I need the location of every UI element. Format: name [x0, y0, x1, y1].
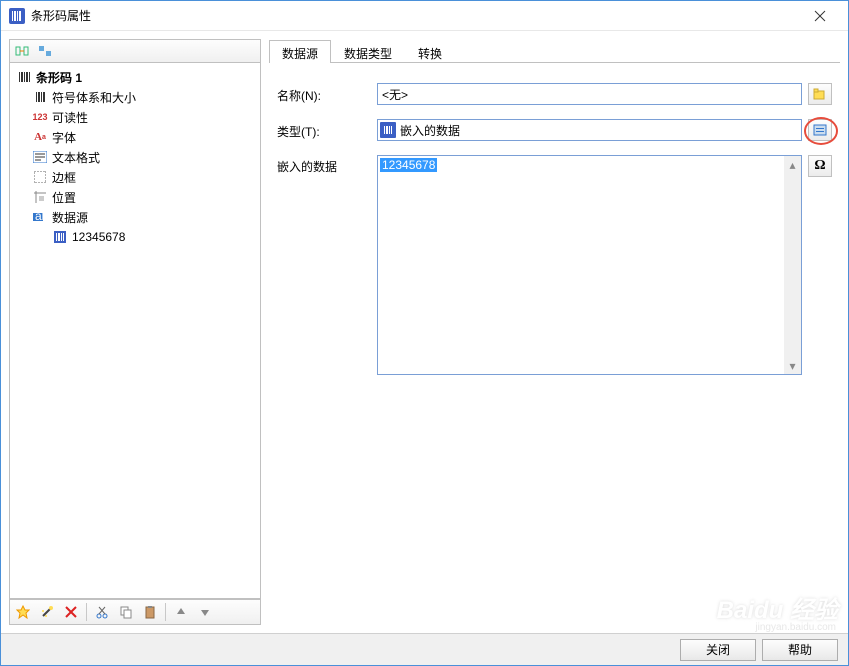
- svg-text:ab: ab: [35, 211, 47, 223]
- footer: 关闭 帮助: [1, 633, 848, 665]
- data-value-selected: 12345678: [380, 158, 437, 172]
- position-icon: [32, 189, 48, 205]
- barcode-small-icon: [32, 89, 48, 105]
- scrollbar[interactable]: ▴ ▾: [784, 156, 801, 374]
- barcode-icon: [16, 69, 32, 85]
- font-icon: Aa: [32, 129, 48, 145]
- tree-item-position[interactable]: 位置: [12, 187, 258, 207]
- type-select[interactable]: 嵌入的数据: [377, 119, 802, 141]
- tree-item-border[interactable]: 边框: [12, 167, 258, 187]
- toolbar-btn-1[interactable]: [12, 41, 32, 61]
- row-data: 嵌入的数据 12345678 ▴ ▾ Ω: [277, 155, 832, 375]
- datasource-icon: ab: [32, 209, 48, 225]
- delete-button[interactable]: [60, 602, 82, 622]
- tree-root[interactable]: 条形码 1: [12, 67, 258, 87]
- type-browse-button[interactable]: [808, 119, 832, 141]
- scroll-down-icon[interactable]: ▾: [784, 357, 801, 374]
- separator: [86, 603, 87, 621]
- copy-button[interactable]: [115, 602, 137, 622]
- close-button[interactable]: 关闭: [680, 639, 756, 661]
- right-panel: 数据源 数据类型 转换 名称(N): 类型(T): 嵌入的数据: [269, 39, 840, 625]
- titlebar: 条形码属性: [1, 1, 848, 31]
- main-content: 条形码 1 符号体系和大小 123 可读性 Aa 字体 文本格式 边框: [1, 31, 848, 633]
- window-title: 条形码属性: [31, 7, 800, 24]
- name-label: 名称(N):: [277, 84, 377, 104]
- embedded-data-icon: [380, 122, 396, 138]
- tree-item-font[interactable]: Aa 字体: [12, 127, 258, 147]
- help-button[interactable]: 帮助: [762, 639, 838, 661]
- tab-datasource[interactable]: 数据源: [269, 40, 331, 63]
- type-value: 嵌入的数据: [400, 122, 460, 139]
- property-tree[interactable]: 条形码 1 符号体系和大小 123 可读性 Aa 字体 文本格式 边框: [9, 63, 261, 599]
- data-label: 嵌入的数据: [277, 155, 377, 175]
- row-type: 类型(T): 嵌入的数据: [277, 119, 832, 141]
- close-button[interactable]: [800, 2, 840, 30]
- new-button[interactable]: [12, 602, 34, 622]
- move-up-button[interactable]: [170, 602, 192, 622]
- row-name: 名称(N):: [277, 83, 832, 105]
- move-down-button[interactable]: [194, 602, 216, 622]
- cut-button[interactable]: [91, 602, 113, 622]
- tree-item-symbology[interactable]: 符号体系和大小: [12, 87, 258, 107]
- bottom-toolbar: [9, 599, 261, 625]
- tab-content: 名称(N): 类型(T): 嵌入的数据 嵌入的数据 12345678: [269, 63, 840, 625]
- toolbar-btn-2[interactable]: [35, 41, 55, 61]
- tree-item-datasource[interactable]: ab 数据源: [12, 207, 258, 227]
- data-textarea[interactable]: 12345678 ▴ ▾: [377, 155, 802, 375]
- type-label: 类型(T):: [277, 120, 377, 140]
- border-icon: [32, 169, 48, 185]
- separator: [165, 603, 166, 621]
- app-icon: [9, 8, 25, 24]
- paste-button[interactable]: [139, 602, 161, 622]
- tabs: 数据源 数据类型 转换: [269, 39, 840, 63]
- textformat-icon: [32, 149, 48, 165]
- num123-icon: 123: [32, 109, 48, 125]
- left-panel: 条形码 1 符号体系和大小 123 可读性 Aa 字体 文本格式 边框: [9, 39, 261, 625]
- tree-item-datasource-value[interactable]: 12345678: [12, 227, 258, 247]
- embedded-data-icon: [52, 229, 68, 245]
- tab-transform[interactable]: 转换: [405, 40, 455, 63]
- wizard-button[interactable]: [36, 602, 58, 622]
- tree-item-readability[interactable]: 123 可读性: [12, 107, 258, 127]
- tree-toolbar: [9, 39, 261, 63]
- name-input[interactable]: [377, 83, 802, 105]
- scroll-up-icon[interactable]: ▴: [784, 156, 801, 173]
- tab-datatype[interactable]: 数据类型: [331, 40, 405, 63]
- name-browse-button[interactable]: [808, 83, 832, 105]
- tree-item-textformat[interactable]: 文本格式: [12, 147, 258, 167]
- omega-button[interactable]: Ω: [808, 155, 832, 177]
